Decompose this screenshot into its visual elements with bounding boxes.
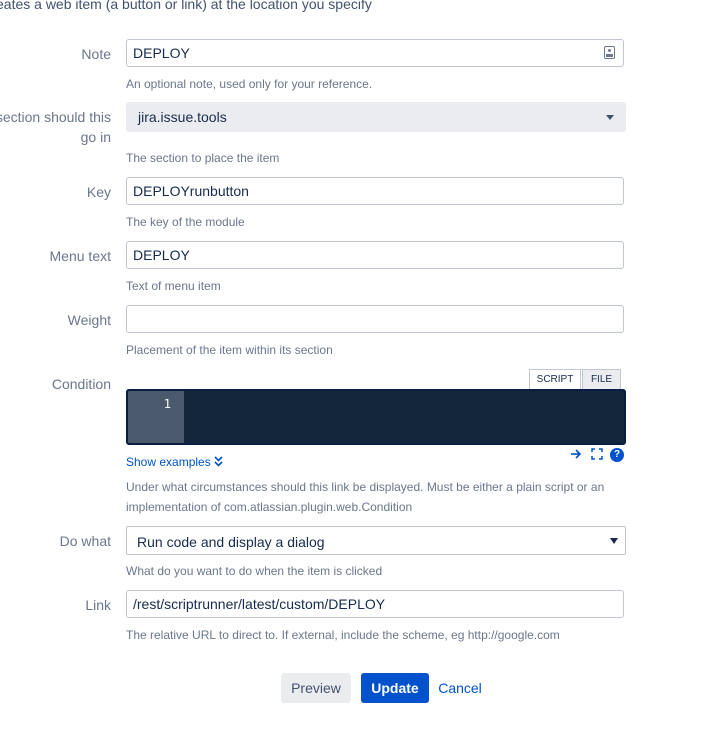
key-value: DEPLOYrunbutton [133, 183, 249, 199]
section-label: hat section should this go in [0, 109, 111, 145]
link-value: /rest/scriptrunner/latest/custom/DEPLOY [133, 596, 386, 612]
key-help: The key of the module [126, 215, 245, 229]
line-number: 1 [163, 397, 171, 411]
note-help: An optional note, used only for your ref… [126, 77, 373, 91]
chevron-down-icon [606, 115, 614, 120]
do-what-value: Run code and display a dialog [137, 534, 325, 550]
do-what-help: What do you want to do when the item is … [126, 564, 383, 578]
tab-script[interactable]: SCRIPT [529, 369, 581, 389]
do-what-label: Do what [59, 533, 111, 549]
do-what-select[interactable]: Run code and display a dialog [126, 526, 626, 555]
show-examples-label: Show examples [126, 455, 211, 469]
tab-file[interactable]: FILE [582, 369, 621, 389]
link-help: The relative URL to direct to. If extern… [126, 628, 560, 642]
condition-help-line2: implementation of com.atlassian.plugin.w… [126, 500, 413, 514]
section-help: The section to place the item [126, 151, 280, 165]
help-icon[interactable]: ? [610, 448, 624, 462]
note-value: DEPLOY [133, 45, 190, 61]
section-value: jira.issue.tools [138, 109, 227, 125]
weight-help: Placement of the item within its section [126, 343, 333, 357]
link-field[interactable]: /rest/scriptrunner/latest/custom/DEPLOY [126, 590, 624, 618]
section-select[interactable]: jira.issue.tools [126, 102, 626, 132]
preview-button[interactable]: Preview [281, 673, 351, 703]
editor-gutter: 1 [128, 391, 184, 443]
menu-text-help: Text of menu item [126, 279, 221, 293]
note-field[interactable]: DEPLOY [126, 39, 624, 67]
script-editor[interactable]: 1 [126, 389, 626, 445]
key-field[interactable]: DEPLOYrunbutton [126, 177, 624, 205]
menu-text-label: Menu text [49, 248, 111, 264]
menu-text-field[interactable]: DEPLOY [126, 241, 624, 269]
arrow-right-icon[interactable] [570, 446, 582, 462]
intro-text: eates a web item (a button or link) at t… [0, 0, 372, 12]
condition-help-line1: Under what circumstances should this lin… [126, 480, 605, 494]
show-examples-link[interactable]: Show examples [126, 453, 223, 471]
key-label: Key [86, 184, 111, 200]
weight-field[interactable] [126, 305, 624, 333]
cancel-button[interactable]: Cancel [433, 673, 487, 703]
update-button[interactable]: Update [361, 673, 429, 703]
condition-label: Condition [51, 376, 111, 392]
weight-label: Weight [67, 312, 111, 328]
contact-card-icon[interactable] [604, 46, 615, 59]
link-label: Link [85, 597, 111, 613]
dropdown-arrow-icon [610, 538, 618, 544]
expand-icon[interactable] [591, 446, 603, 462]
note-label: Note [81, 46, 111, 62]
double-chevron-down-icon [214, 456, 223, 467]
menu-text-value: DEPLOY [133, 247, 190, 263]
